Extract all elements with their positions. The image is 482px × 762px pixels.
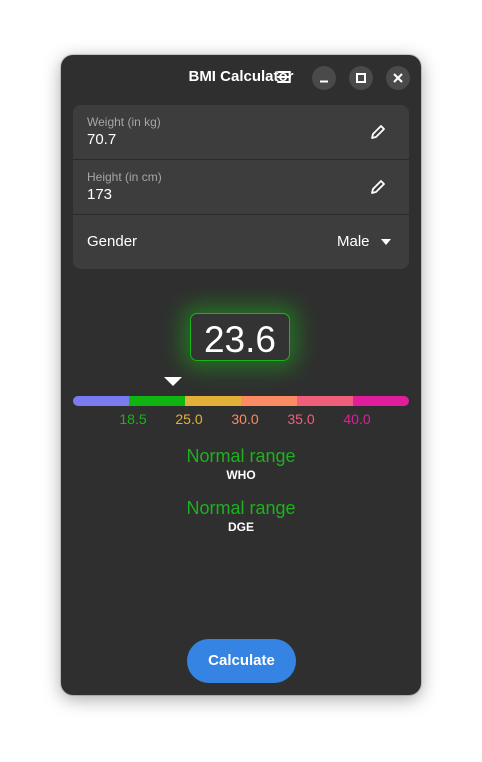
classification-dge: Normal range DGE (61, 498, 421, 534)
app-window: BMI Calculator Weight (in kg) 70.7 Heigh… (61, 55, 421, 695)
header-bar: BMI Calculator (61, 55, 421, 101)
classification-source: WHO (226, 468, 256, 482)
scale-segment (241, 396, 297, 406)
classification-who: Normal range WHO (61, 446, 421, 482)
bmi-scale-bar (73, 396, 409, 406)
weight-field[interactable]: 70.7 (87, 131, 116, 148)
weight-row[interactable]: Weight (in kg) 70.7 (73, 105, 409, 160)
height-row[interactable]: Height (in cm) 173 (73, 160, 409, 215)
scale-tick-label: 35.0 (287, 411, 315, 427)
scale-tick-label: 25.0 (175, 411, 203, 427)
scale-tick-label: 30.0 (231, 411, 259, 427)
gender-dropdown[interactable]: Male (331, 227, 397, 257)
scale-segment (185, 396, 241, 406)
minimize-icon[interactable] (312, 66, 336, 90)
height-field[interactable]: 173 (87, 186, 112, 203)
classification-source: DGE (227, 520, 254, 534)
bmi-pointer-icon (164, 377, 182, 386)
bmi-value: 23.6 (203, 319, 276, 360)
classification-label: Normal range (186, 498, 296, 518)
chevron-down-icon (381, 239, 391, 245)
calculate-button[interactable]: Calculate (187, 639, 296, 683)
scale-tick-label: 40.0 (343, 411, 371, 427)
input-card: Weight (in kg) 70.7 Height (in cm) 173 G… (73, 105, 409, 269)
bmi-result-box: 23.6 (190, 313, 290, 361)
pencil-icon[interactable] (367, 176, 389, 198)
gender-label: Gender (87, 233, 138, 250)
scale-segment (129, 396, 185, 406)
hamburger-menu-icon[interactable] (273, 66, 295, 88)
gender-value: Male (337, 233, 370, 250)
weight-label: Weight (in kg) (87, 115, 161, 129)
scale-segment (353, 396, 409, 406)
gender-row: Gender Male (73, 215, 409, 269)
height-label: Height (in cm) (87, 170, 162, 184)
scale-segment (73, 396, 129, 406)
scale-segment (297, 396, 353, 406)
classification-label: Normal range (186, 446, 296, 466)
scale-tick-label: 18.5 (119, 411, 147, 427)
pencil-icon[interactable] (367, 121, 389, 143)
close-icon[interactable] (386, 66, 410, 90)
maximize-icon[interactable] (349, 66, 373, 90)
